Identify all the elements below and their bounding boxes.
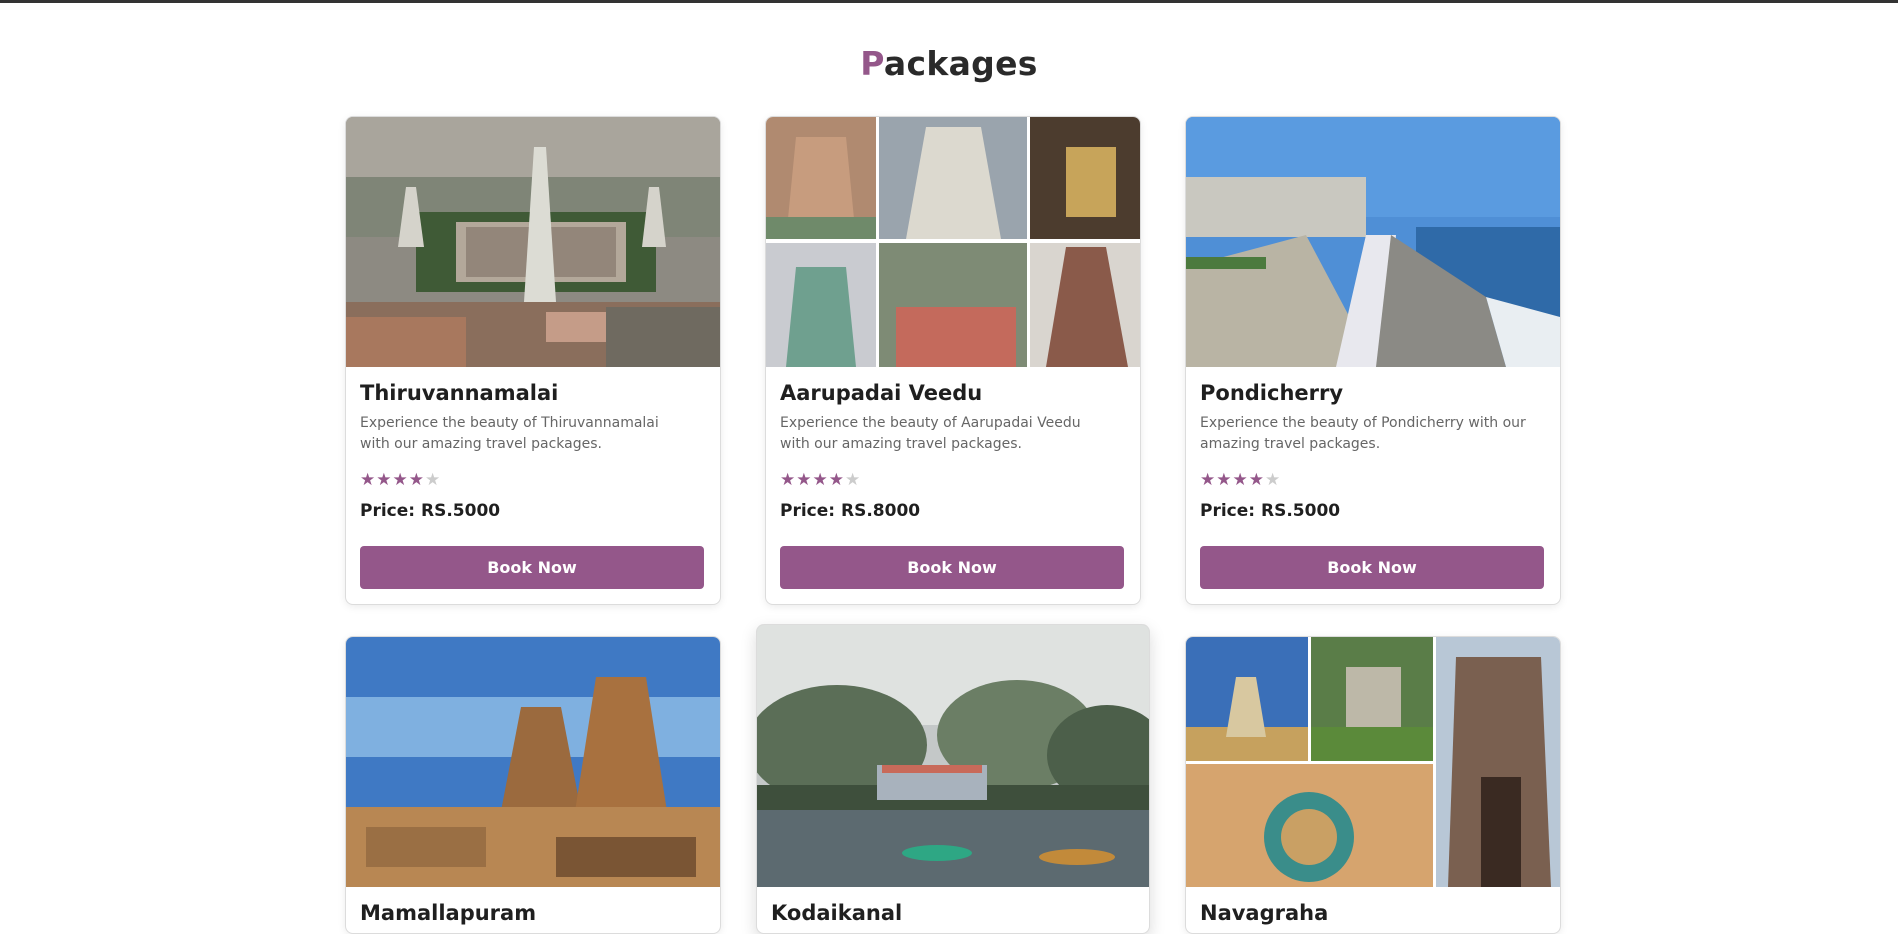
star-rating: ★ ★ ★ ★ ★ [360, 471, 706, 489]
temple-town-aerial-photo [346, 117, 720, 367]
star-filled-icon: ★ [1232, 470, 1248, 490]
package-title: Thiruvannamalai [360, 381, 559, 405]
star-empty-icon: ★ [1265, 470, 1281, 490]
star-filled-icon: ★ [392, 470, 408, 490]
star-filled-icon: ★ [1216, 470, 1232, 490]
star-filled-icon: ★ [780, 470, 796, 490]
star-filled-icon: ★ [812, 470, 828, 490]
star-filled-icon: ★ [1248, 470, 1264, 490]
star-filled-icon: ★ [376, 470, 392, 490]
navagraha-temples-collage-photo [1186, 637, 1560, 887]
temple-collage-photo [766, 117, 1140, 367]
star-filled-icon: ★ [1200, 470, 1216, 490]
package-description: Experience the beauty of Pondicherry wit… [1200, 415, 1526, 452]
package-price: Price: RS.8000 [780, 501, 921, 521]
package-card-thiruvannamalai: Thiruvannamalai Experience the beauty of… [345, 116, 721, 605]
package-title: Navagraha [1200, 901, 1329, 925]
package-title: Aarupadai Veedu [780, 381, 983, 405]
package-description: Experience the beauty of Thiruvannamalai… [360, 415, 659, 452]
package-card-navagraha: Navagraha [1185, 636, 1561, 934]
book-now-button[interactable]: Book Now [780, 546, 1124, 589]
package-description: Experience the beauty of Aarupadai Veedu… [780, 415, 1081, 452]
star-filled-icon: ★ [828, 470, 844, 490]
package-title: Pondicherry [1200, 381, 1344, 405]
star-rating: ★ ★ ★ ★ ★ [1200, 471, 1546, 489]
star-rating: ★ ★ ★ ★ ★ [780, 471, 1126, 489]
star-filled-icon: ★ [796, 470, 812, 490]
star-filled-icon: ★ [408, 470, 424, 490]
seaside-promenade-photo [1186, 117, 1560, 367]
shore-temple-photo [346, 637, 720, 887]
book-now-button[interactable]: Book Now [1200, 546, 1544, 589]
star-empty-icon: ★ [425, 470, 441, 490]
packages-grid: Thiruvannamalai Experience the beauty of… [0, 0, 1898, 934]
package-price: Price: RS.5000 [1200, 501, 1341, 521]
star-filled-icon: ★ [360, 470, 376, 490]
package-title: Kodaikanal [771, 901, 903, 925]
book-now-button[interactable]: Book Now [360, 546, 704, 589]
package-card-pondicherry: Pondicherry Experience the beauty of Pon… [1185, 116, 1561, 605]
package-card-kodaikanal: Kodaikanal [756, 624, 1150, 934]
package-title: Mamallapuram [360, 901, 537, 925]
package-price: Price: RS.5000 [360, 501, 501, 521]
package-card-mamallapuram: Mamallapuram [345, 636, 721, 934]
package-card-aarupadai-veedu: Aarupadai Veedu Experience the beauty of… [765, 116, 1141, 605]
star-empty-icon: ★ [845, 470, 861, 490]
lake-boating-photo [757, 625, 1149, 887]
